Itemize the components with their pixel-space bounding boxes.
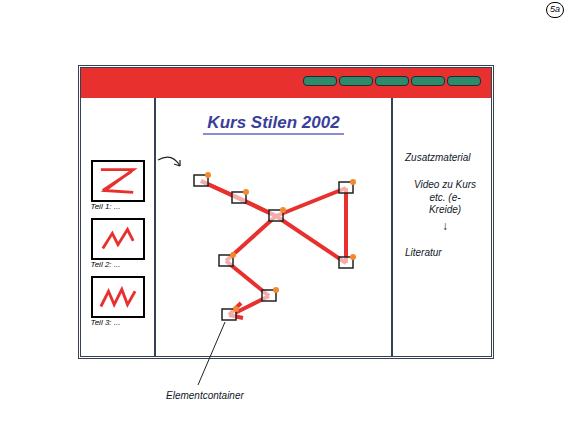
- element-container[interactable]: [194, 172, 211, 186]
- thumbnail-icon: [91, 276, 145, 318]
- down-arrow: ↓: [442, 217, 454, 235]
- nav-tab[interactable]: [447, 76, 481, 86]
- page-number: 5a: [546, 2, 564, 18]
- part-thumbnail[interactable]: Teil 3: ...: [91, 276, 145, 328]
- page-body: Teil 1: ... Teil 2: ... Teil 3: ... Kurs St…: [81, 98, 491, 356]
- nav-tab[interactable]: [375, 76, 409, 86]
- annotation-lines: [0, 0, 570, 427]
- part-label: Teil 1: ...: [91, 202, 121, 212]
- literature-link[interactable]: Literatur: [405, 245, 491, 260]
- element-container[interactable]: [339, 254, 356, 268]
- right-column: Zusatzmaterial Video zu Kursetc. (e-Kreid…: [391, 98, 491, 356]
- part-thumbnail[interactable]: Teil 2: ...: [91, 218, 145, 270]
- course-diagram: [156, 98, 393, 360]
- nav-tab[interactable]: [411, 76, 445, 86]
- element-container[interactable]: [262, 287, 279, 301]
- element-container[interactable]: [232, 189, 249, 203]
- element-container[interactable]: [219, 252, 236, 266]
- annotation-label: Elementcontainer: [166, 388, 244, 403]
- left-column: Teil 1: ... Teil 2: ... Teil 3: ...: [81, 98, 156, 356]
- part-thumbnail[interactable]: Teil 1: ...: [91, 160, 145, 212]
- element-container[interactable]: [269, 207, 286, 221]
- browser-window: Teil 1: ... Teil 2: ... Teil 3: ... Kurs St…: [78, 65, 494, 359]
- element-container[interactable]: [222, 306, 239, 320]
- main-area: Kurs Stilen 2002: [156, 98, 391, 356]
- thumbnail-icon: [91, 160, 145, 202]
- sketch-page: 5a Teil 1: ... Teil 2: ... Teil 3: ... Kurs …: [0, 0, 570, 427]
- nav-tab[interactable]: [303, 76, 337, 86]
- header-bar: [81, 68, 491, 98]
- page-title: Kurs Stilen 2002: [203, 112, 343, 135]
- thumbnail-icon: [91, 218, 145, 260]
- part-label: Teil 2: ...: [91, 260, 121, 270]
- video-link[interactable]: Video zu Kursetc. (e-Kreide): [405, 179, 491, 217]
- element-container[interactable]: [339, 179, 356, 193]
- part-label: Teil 3: ...: [91, 318, 121, 328]
- nav-tab[interactable]: [339, 76, 373, 86]
- extras-heading[interactable]: Zusatzmaterial: [405, 150, 491, 165]
